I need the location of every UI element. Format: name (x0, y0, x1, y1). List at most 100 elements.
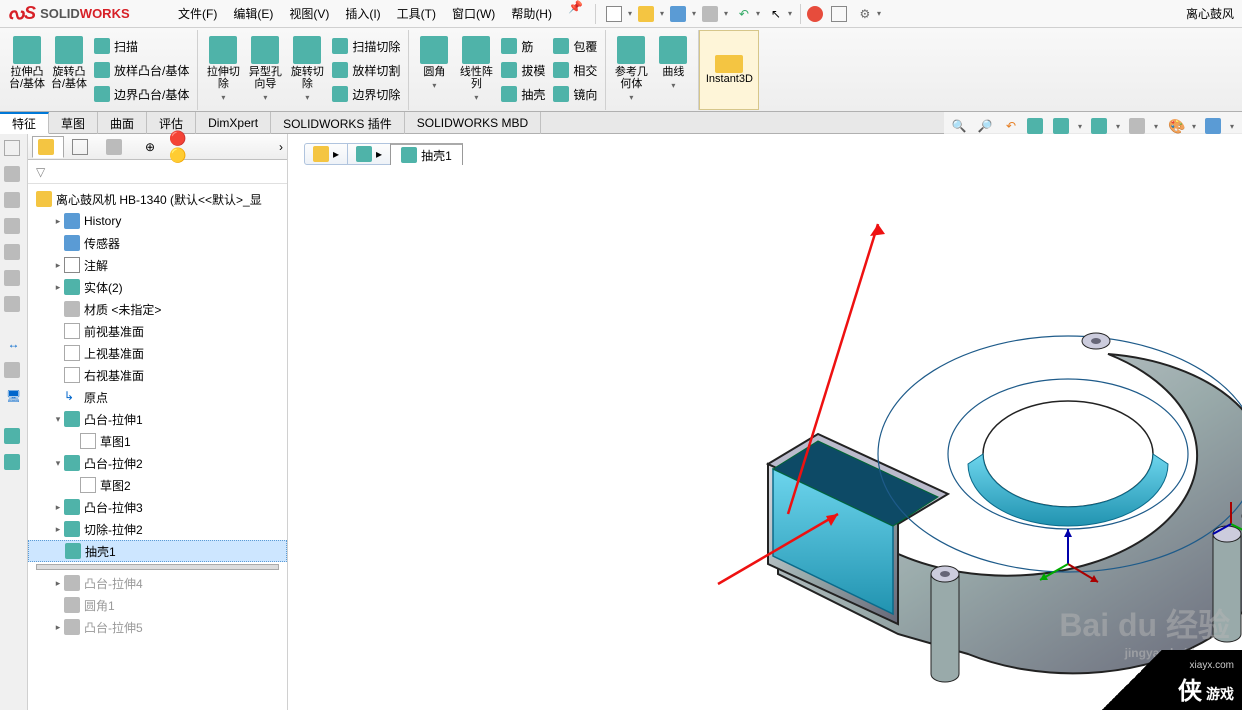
menu-file[interactable]: 文件(F) (170, 0, 225, 28)
select-button[interactable]: ↖ (765, 3, 787, 25)
tree-shell1[interactable]: 抽壳1 (28, 540, 287, 562)
revolve-boss-button[interactable]: 旋转凸 台/基体 (48, 34, 90, 106)
tree-boss-extrude1[interactable]: ▾凸台-拉伸1 (28, 408, 287, 430)
menu-help[interactable]: 帮助(H) (503, 0, 560, 28)
menu-view[interactable]: 视图(V) (281, 0, 337, 28)
panel-tab-display[interactable]: 🔴🟡 (168, 136, 200, 158)
rebuild-button[interactable] (806, 3, 828, 25)
tree-sketch2[interactable]: 草图2 (28, 474, 287, 496)
annotation-arrow-top (728, 214, 928, 534)
shell-button[interactable]: 抽壳 (497, 82, 549, 106)
vtool-display[interactable]: 🖥 (4, 386, 24, 406)
tree-boss-extrude3[interactable]: ▸凸台-拉伸3 (28, 496, 287, 518)
panel-tab-dim[interactable]: ⊕ (134, 136, 166, 158)
options-button[interactable]: ⚙ (854, 3, 876, 25)
vtool-4[interactable] (4, 216, 24, 236)
panel-tab-more[interactable]: › (279, 140, 283, 154)
tab-sketch[interactable]: 草图 (49, 112, 98, 134)
breadcrumb-part[interactable]: ▸ (347, 143, 395, 165)
tree-origin[interactable]: ↳原点 (28, 386, 287, 408)
boundary-boss-button[interactable]: 边界凸台/基体 (90, 82, 193, 106)
breadcrumb: ▸ ▸ 抽壳1 (304, 142, 458, 166)
tree-rollback-bar[interactable] (36, 564, 279, 570)
mirror-button[interactable]: 镜向 (549, 82, 601, 106)
tree-history[interactable]: ▸History (28, 210, 287, 232)
tree-annotations[interactable]: ▸注解 (28, 254, 287, 276)
panel-tab-feature-tree[interactable] (32, 136, 64, 158)
vtool-part[interactable] (4, 452, 24, 472)
wrap-button[interactable]: 包覆 (549, 34, 601, 58)
vtool-1[interactable] (4, 138, 24, 158)
tree-root[interactable]: 离心鼓风机 HB-1340 (默认<<默认>_显 (28, 188, 287, 210)
intersect-button[interactable]: 相交 (549, 58, 601, 82)
panel-tab-bar: ⊕ 🔴🟡 › (28, 134, 287, 160)
menu-edit[interactable]: 编辑(E) (225, 0, 281, 28)
tree-material[interactable]: 材质 <未指定> (28, 298, 287, 320)
curves-button[interactable]: 曲线▾ (652, 34, 694, 106)
panel-tab-config[interactable] (100, 136, 132, 158)
save-button[interactable] (669, 3, 691, 25)
corner-logo: xiayx.com 侠游戏 (1102, 650, 1242, 710)
rib-button[interactable]: 筋 (497, 34, 549, 58)
open-button[interactable] (637, 3, 659, 25)
vtool-7[interactable] (4, 294, 24, 314)
ref-geometry-button[interactable]: 参考几 何体▾ (610, 34, 652, 106)
vtool-2[interactable] (4, 164, 24, 184)
graphics-area[interactable]: ▸ ▸ 抽壳1 (288, 134, 1242, 710)
menu-window[interactable]: 窗口(W) (444, 0, 503, 28)
new-button[interactable] (605, 3, 627, 25)
tree-top-plane[interactable]: 上视基准面 (28, 342, 287, 364)
boundary-cut-button[interactable]: 边界切除 (328, 82, 404, 106)
tab-plugins[interactable]: SOLIDWORKS 插件 (271, 112, 405, 134)
hole-wizard-button[interactable]: 异型孔 向导▾ (244, 34, 286, 106)
breadcrumb-feature[interactable]: 抽壳1 (390, 143, 463, 165)
draft-button[interactable]: 拔模 (497, 58, 549, 82)
vtool-sketch[interactable] (4, 360, 24, 380)
pin-icon[interactable]: 📌 (568, 0, 583, 28)
vtool-dim[interactable]: ↔ (4, 334, 24, 354)
sweep-cut-button[interactable]: 扫描切除 (328, 34, 404, 58)
undo-button[interactable]: ↶ (733, 3, 755, 25)
tree-solid-bodies[interactable]: ▸实体(2) (28, 276, 287, 298)
tree-boss-extrude4[interactable]: ▸凸台-拉伸4 (28, 572, 287, 594)
tree-cut-extrude2[interactable]: ▸切除-拉伸2 (28, 518, 287, 540)
tab-dimxpert[interactable]: DimXpert (196, 112, 271, 134)
fillet-button[interactable]: 圆角▾ (413, 34, 455, 106)
linear-pattern-button[interactable]: 线性阵 列▾ (455, 34, 497, 106)
print-button[interactable] (701, 3, 723, 25)
tree-fillet1[interactable]: 圆角1 (28, 594, 287, 616)
loft-boss-button[interactable]: 放样凸台/基体 (90, 58, 193, 82)
tree-sensors[interactable]: 传感器 (28, 232, 287, 254)
tree-filter[interactable]: ▽ (28, 160, 287, 184)
tab-mbd[interactable]: SOLIDWORKS MBD (405, 112, 541, 134)
tab-surfaces[interactable]: 曲面 (98, 112, 147, 134)
tree-boss-extrude5[interactable]: ▸凸台-拉伸5 (28, 616, 287, 638)
tree-front-plane[interactable]: 前视基准面 (28, 320, 287, 342)
vtool-6[interactable] (4, 268, 24, 288)
tree-boss-extrude2[interactable]: ▾凸台-拉伸2 (28, 452, 287, 474)
options-props-button[interactable] (830, 3, 852, 25)
vertical-toolbar: ↔ 🖥 (0, 134, 28, 710)
extrude-cut-button[interactable]: 拉伸切 除▾ (202, 34, 244, 106)
app-logo: ᔓS SOLIDWORKS (0, 3, 170, 24)
extrude-boss-button[interactable]: 拉伸凸 台/基体 (6, 34, 48, 106)
panel-tab-property[interactable] (66, 136, 98, 158)
solidworks-s-icon: ᔓS (8, 3, 36, 24)
instant3d-button[interactable]: Instant3D (699, 30, 759, 110)
vtool-5[interactable] (4, 242, 24, 262)
document-title: 离心鼓风 (1186, 5, 1242, 22)
menu-insert[interactable]: 插入(I) (337, 0, 388, 28)
menu-tools[interactable]: 工具(T) (389, 0, 444, 28)
sweep-button[interactable]: 扫描 (90, 34, 193, 58)
tree-sketch1[interactable]: 草图1 (28, 430, 287, 452)
loft-cut-button[interactable]: 放样切割 (328, 58, 404, 82)
logo-text: SOLIDWORKS (40, 6, 130, 21)
revolve-cut-button[interactable]: 旋转切 除▾ (286, 34, 328, 106)
breadcrumb-root[interactable]: ▸ (304, 143, 352, 165)
tab-features[interactable]: 特征 (0, 112, 49, 134)
vtool-assembly[interactable] (4, 426, 24, 446)
menu-items: 文件(F) 编辑(E) 视图(V) 插入(I) 工具(T) 窗口(W) 帮助(H… (170, 0, 591, 28)
tree-right-plane[interactable]: 右视基准面 (28, 364, 287, 386)
quick-access-toolbar: ▾ ▾ ▾ ▾ ↶▾ ↖▾ ⚙▾ (600, 0, 889, 28)
vtool-3[interactable] (4, 190, 24, 210)
